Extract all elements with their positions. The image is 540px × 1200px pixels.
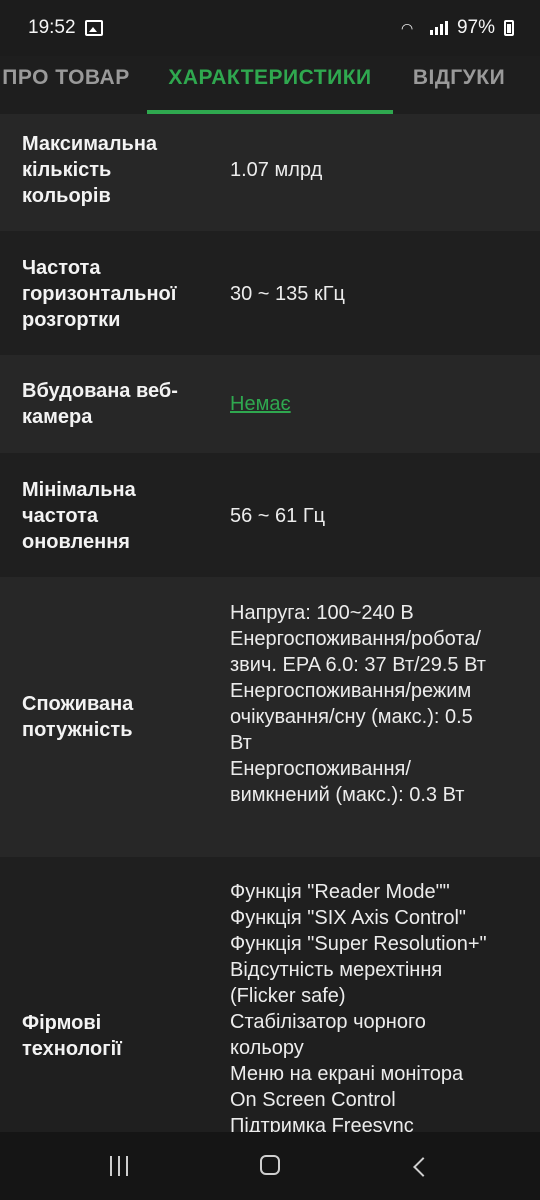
tab-bar: ПРО ТОВАР ХАРАКТЕРИСТИКИ ВІДГУКИ bbox=[0, 56, 540, 115]
spec-label-line: Частота bbox=[22, 257, 101, 279]
spec-value-line: Напруга: 100~240 В bbox=[230, 602, 414, 624]
spec-label-line: частота bbox=[22, 505, 99, 527]
spec-value-line: 56 ~ 61 Гц bbox=[230, 505, 326, 527]
spec-value-line: 30 ~ 135 кГц bbox=[230, 283, 345, 305]
spec-label: Частота горизонтальної розгортки bbox=[22, 255, 202, 333]
spec-label-line: технології bbox=[22, 1038, 122, 1060]
spec-row-max-colors: Максимальна кількість кольорів 1.07 млрд bbox=[0, 114, 540, 231]
status-time: 19:52 bbox=[28, 17, 76, 38]
wifi-icon: ◠ bbox=[400, 20, 414, 36]
system-navigation-bar bbox=[0, 1132, 540, 1200]
spec-value: Немає bbox=[230, 391, 530, 417]
spec-label-line: Максимальна bbox=[22, 133, 158, 155]
spec-value-line: звич. EPA 6.0: 37 Вт/29.5 Вт bbox=[230, 654, 486, 676]
spec-label: Вбудована веб-камера bbox=[22, 378, 202, 430]
spec-row-min-refresh-rate: Мінімальна частота оновлення 56 ~ 61 Гц bbox=[0, 453, 540, 577]
battery-percent: 97% bbox=[456, 17, 495, 38]
status-right: ◠ 97% bbox=[401, 17, 514, 39]
spec-label-line: Споживана bbox=[22, 693, 134, 715]
spec-value: 56 ~ 61 Гц bbox=[230, 503, 530, 529]
spec-value-line: вимкнений (макс.): 0.3 Вт bbox=[230, 784, 465, 806]
spec-value-line: 1.07 млрд bbox=[230, 159, 323, 181]
spec-label-line: Фірмові bbox=[22, 1012, 102, 1034]
spec-value: 1.07 млрд bbox=[230, 157, 530, 183]
spec-row-horizontal-frequency: Частота горизонтальної розгортки 30 ~ 13… bbox=[0, 231, 540, 355]
spec-value: Напруга: 100~240 В Енергоспоживання/робо… bbox=[230, 600, 530, 808]
recent-apps-icon[interactable] bbox=[110, 1156, 128, 1176]
spec-label-line: потужність bbox=[22, 719, 133, 741]
spec-value-line: Енергоспоживання/робота/ bbox=[230, 628, 481, 650]
tab-about[interactable]: ПРО ТОВАР bbox=[0, 56, 132, 114]
signal-icon bbox=[429, 21, 448, 35]
spec-row-webcam: Вбудована веб-камера Немає bbox=[0, 355, 540, 453]
spec-label: Фірмові технології bbox=[22, 1010, 202, 1062]
specs-list: Максимальна кількість кольорів 1.07 млрд… bbox=[0, 114, 540, 1137]
spec-value-line: кольору bbox=[230, 1037, 304, 1059]
spec-value: Функція "Reader Mode"" Функція "SIX Axis… bbox=[230, 879, 530, 1139]
spec-label-line: розгортки bbox=[22, 309, 121, 331]
spec-label-line: кількість bbox=[22, 159, 112, 181]
spec-value-link[interactable]: Немає bbox=[230, 391, 291, 417]
spec-label-line: Мінімальна bbox=[22, 479, 136, 501]
spec-row-power-consumption: Споживана потужність Напруга: 100~240 В … bbox=[0, 577, 540, 857]
tab-reviews[interactable]: ВІДГУКИ bbox=[408, 56, 510, 114]
spec-label-line: горизонтальної bbox=[22, 283, 177, 305]
spec-value-line: (Flicker safe) bbox=[230, 985, 346, 1007]
spec-value-line: очікування/сну (макс.): 0.5 bbox=[230, 706, 473, 728]
spec-label: Мінімальна частота оновлення bbox=[22, 477, 202, 555]
spec-value-line: Функція "SIX Axis Control" bbox=[230, 907, 466, 929]
spec-value-line: Функція "Reader Mode"" bbox=[230, 881, 450, 903]
spec-value-line: Енергоспоживання/ bbox=[230, 758, 411, 780]
spec-value-line: Стабілізатор чорного bbox=[230, 1011, 426, 1033]
status-left: 19:52 bbox=[28, 17, 103, 39]
spec-value-line: Вт bbox=[230, 732, 252, 754]
spec-label: Споживана потужність bbox=[22, 691, 202, 743]
spec-value-line: On Screen Control bbox=[230, 1089, 396, 1111]
spec-value-line: Функція "Super Resolution+" bbox=[230, 933, 487, 955]
spec-label-line: кольорів bbox=[22, 185, 111, 207]
image-notification-icon bbox=[84, 20, 103, 36]
back-icon[interactable] bbox=[413, 1157, 433, 1177]
status-bar: 19:52 ◠ 97% bbox=[0, 0, 540, 56]
spec-value-line: Меню на екрані монітора bbox=[230, 1063, 464, 1085]
spec-label: Максимальна кількість кольорів bbox=[22, 131, 202, 209]
spec-value-line: Енергоспоживання/режим bbox=[230, 680, 472, 702]
spec-label-line: оновлення bbox=[22, 531, 130, 553]
tab-specifications[interactable]: ХАРАКТЕРИСТИКИ bbox=[147, 56, 393, 114]
home-icon[interactable] bbox=[260, 1155, 280, 1175]
spec-value-line: Відсутність мерехтіння bbox=[230, 959, 443, 981]
spec-value: 30 ~ 135 кГц bbox=[230, 281, 530, 307]
spec-label-line: Вбудована bbox=[22, 380, 131, 402]
battery-icon bbox=[504, 20, 514, 36]
spec-row-brand-technologies: Фірмові технології Функція "Reader Mode"… bbox=[0, 857, 540, 1137]
